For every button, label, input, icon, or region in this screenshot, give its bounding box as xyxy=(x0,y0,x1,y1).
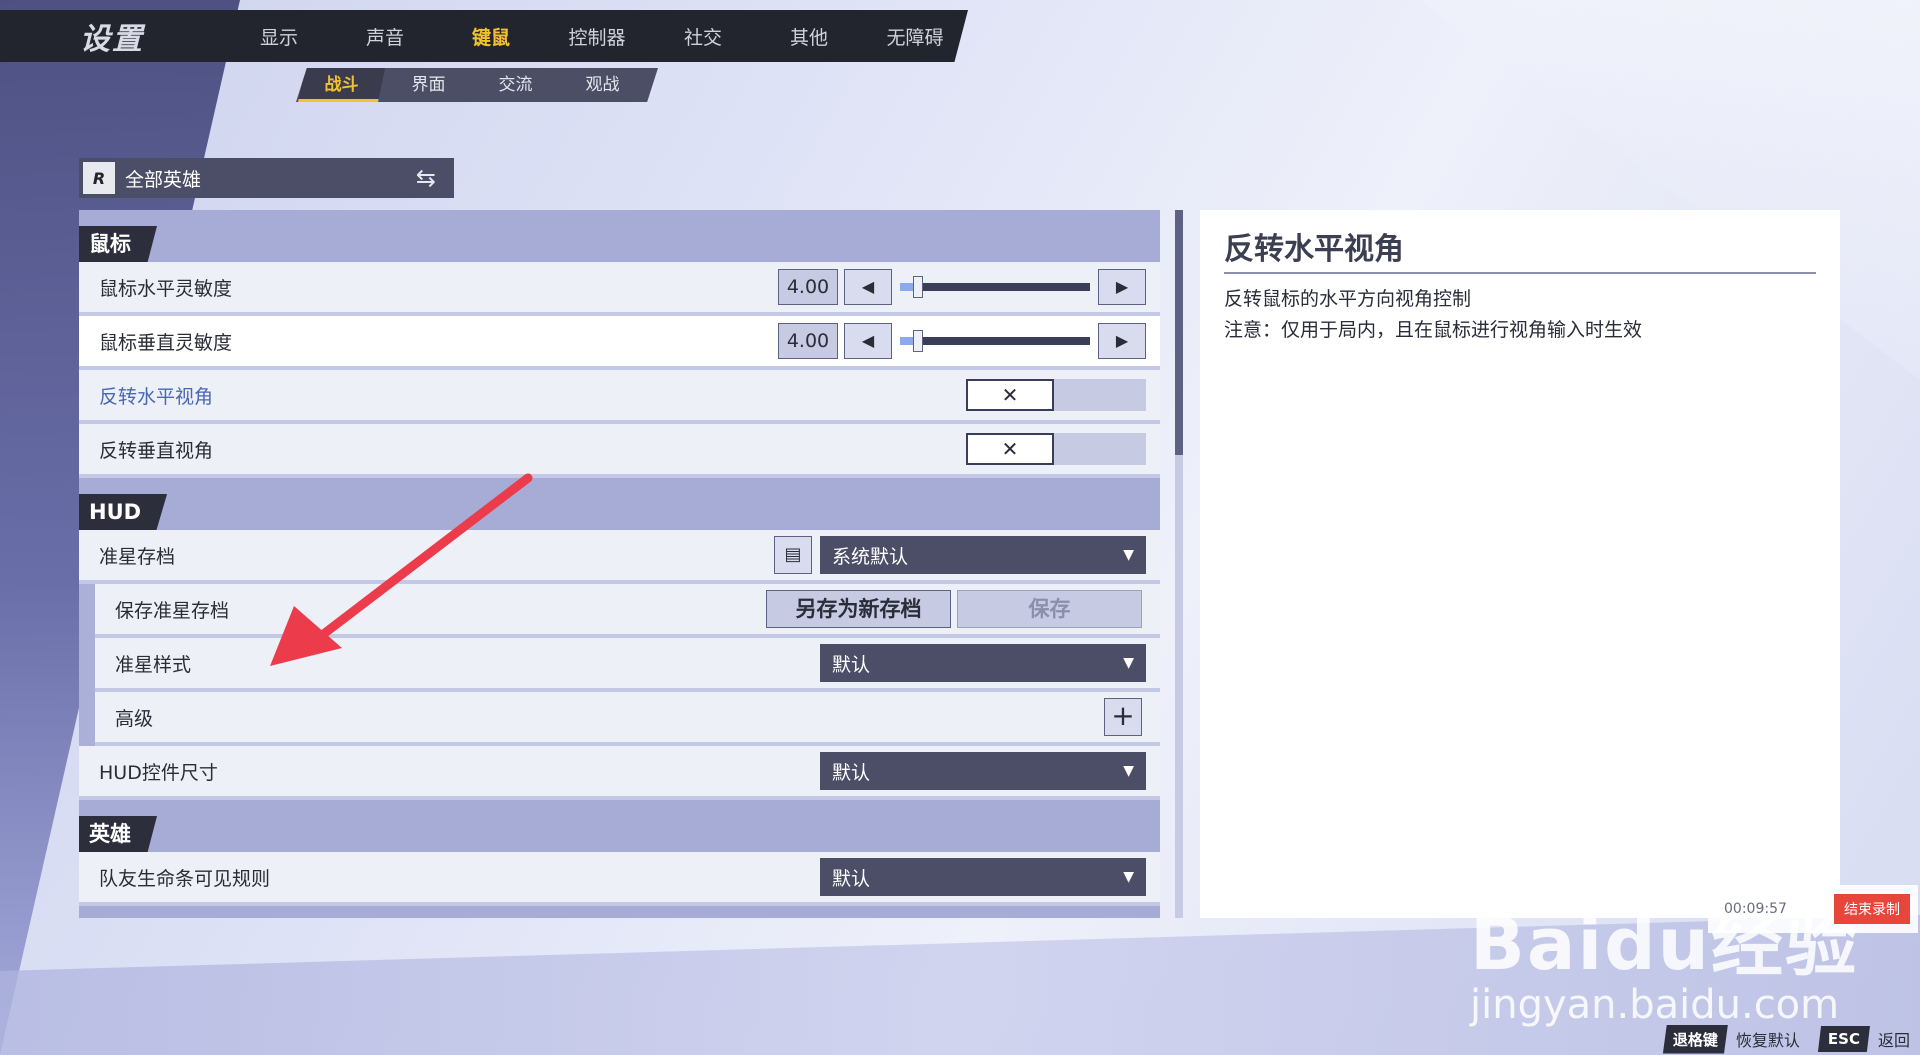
v-sensitivity-value-field[interactable]: 4.00 xyxy=(778,323,838,359)
dropdown-value: 默认 xyxy=(832,761,871,784)
h-sensitivity-decrease-button[interactable]: ◀ xyxy=(844,269,892,305)
setting-label: 高级 xyxy=(115,707,154,730)
tab-other[interactable]: 其他 xyxy=(756,23,862,50)
settings-scrollbar[interactable] xyxy=(1175,210,1183,918)
description-note: 注意：仅用于局内，且在鼠标进行视角输入时生效 xyxy=(1224,319,1643,341)
subtab-communication[interactable]: 交流 xyxy=(472,68,559,102)
setting-label: 反转水平视角 xyxy=(99,385,214,408)
tab-controller[interactable]: 控制器 xyxy=(544,23,650,50)
back-button[interactable]: 返回 xyxy=(1878,1027,1910,1051)
crosshair-profile-dropdown[interactable]: 系统默认 ▼ xyxy=(820,536,1146,574)
crosshair-style-dropdown[interactable]: 默认 ▼ xyxy=(820,644,1146,682)
v-sensitivity-increase-button[interactable]: ▶ xyxy=(1098,323,1146,359)
top-nav-bar: 设置 显示 声音 键鼠 控制器 社交 其他 无障碍 xyxy=(0,10,968,62)
toggle-off-x-icon: ✕ xyxy=(966,379,1054,411)
setting-label: 准星样式 xyxy=(115,653,192,676)
recording-timer: 00:09:57 xyxy=(1724,901,1787,917)
hud-size-dropdown[interactable]: 默认 ▼ xyxy=(820,752,1146,790)
section-header-movement: 移动 xyxy=(79,906,1160,918)
setting-label: 鼠标垂直灵敏度 xyxy=(99,331,233,354)
save-profile-button[interactable]: 保存 xyxy=(957,590,1142,628)
setting-row-invert-vertical[interactable]: 反转垂直视角 ✕ xyxy=(79,424,1160,478)
setting-row-advanced: 高级 + xyxy=(95,692,1160,746)
setting-row-invert-horizontal[interactable]: 反转水平视角 ✕ xyxy=(79,370,1160,424)
setting-label: 反转垂直视角 xyxy=(99,439,214,462)
setting-row-crosshair-profile: 准星存档 ▤ 系统默认 ▼ xyxy=(79,530,1160,584)
section-label: HUD xyxy=(79,494,168,530)
h-sensitivity-value-field[interactable]: 4.00 xyxy=(778,269,838,305)
description-text: 反转鼠标的水平方向视角控制 xyxy=(1224,288,1472,310)
setting-row-crosshair-style: 准星样式 默认 ▼ xyxy=(95,638,1160,692)
tab-keyboard-mouse[interactable]: 键鼠 xyxy=(438,23,544,50)
setting-label: HUD控件尺寸 xyxy=(99,761,218,784)
tab-display[interactable]: 显示 xyxy=(226,23,332,50)
recording-widget: 00:09:57 结束录制 xyxy=(1708,885,1918,933)
invert-vertical-toggle[interactable]: ✕ xyxy=(966,433,1146,465)
backspace-key-badge: 退格键 xyxy=(1662,1024,1728,1054)
subtab-combat[interactable]: 战斗 xyxy=(298,68,385,102)
swap-arrows-icon[interactable]: ⇆ xyxy=(416,164,436,192)
tab-accessibility[interactable]: 无障碍 xyxy=(862,23,968,50)
setting-row-hud-size: HUD控件尺寸 默认 ▼ xyxy=(79,746,1160,800)
invert-horizontal-toggle[interactable]: ✕ xyxy=(966,379,1146,411)
subtab-interface[interactable]: 界面 xyxy=(385,68,472,102)
save-as-new-profile-button[interactable]: 另存为新存档 xyxy=(766,590,951,628)
tab-sound[interactable]: 声音 xyxy=(332,23,438,50)
setting-row-v-sensitivity: 鼠标垂直灵敏度 4.00 ◀ ▶ xyxy=(79,316,1160,370)
v-sensitivity-decrease-button[interactable]: ◀ xyxy=(844,323,892,359)
esc-key-badge: ESC xyxy=(1817,1026,1870,1052)
toggle-off-x-icon: ✕ xyxy=(966,433,1054,465)
expand-plus-icon[interactable]: + xyxy=(1104,698,1142,736)
setting-label: 准星存档 xyxy=(99,545,176,568)
tab-social[interactable]: 社交 xyxy=(650,23,756,50)
hero-logo-icon: R xyxy=(83,162,115,194)
setting-row-save-crosshair: 保存准星存档 另存为新存档 保存 xyxy=(95,584,1160,638)
description-title: 反转水平视角 xyxy=(1224,224,1816,274)
caret-down-icon: ▼ xyxy=(1123,869,1134,885)
h-sensitivity-slider[interactable] xyxy=(900,269,1090,305)
top-tabs: 显示 声音 键鼠 控制器 社交 其他 无障碍 xyxy=(226,23,968,50)
settings-panel: 鼠标 鼠标水平灵敏度 4.00 ◀ ▶ 鼠标垂直灵敏度 4.00 ◀ ▶ 反转水… xyxy=(79,210,1160,918)
footer-hints: 退格键 恢复默认 ESC 返回 xyxy=(1655,1023,1920,1055)
description-panel: 反转水平视角 反转鼠标的水平方向视角控制 注意：仅用于局内，且在鼠标进行视角输入… xyxy=(1200,210,1840,918)
caret-down-icon: ▼ xyxy=(1123,763,1134,779)
v-sensitivity-slider[interactable] xyxy=(900,323,1090,359)
section-header-mouse: 鼠标 xyxy=(79,210,1160,262)
caret-down-icon: ▼ xyxy=(1123,655,1134,671)
setting-row-h-sensitivity: 鼠标水平灵敏度 4.00 ◀ ▶ xyxy=(79,262,1160,316)
restore-default-button[interactable]: 恢复默认 xyxy=(1736,1027,1800,1051)
import-file-icon[interactable]: ▤ xyxy=(774,536,812,574)
section-label: 鼠标 xyxy=(79,226,157,262)
hero-selector[interactable]: R 全部英雄 ⇆ xyxy=(79,158,454,198)
dropdown-value: 系统默认 xyxy=(832,545,909,568)
settings-title: 设置 xyxy=(80,22,144,57)
setting-label: 保存准星存档 xyxy=(115,599,230,622)
sub-tabs: 战斗 界面 交流 观战 xyxy=(296,68,658,102)
slider-handle[interactable] xyxy=(913,330,923,352)
setting-row-teammate-hp: 队友生命条可见规则 默认 ▼ xyxy=(79,852,1160,906)
setting-label: 鼠标水平灵敏度 xyxy=(99,277,233,300)
h-sensitivity-increase-button[interactable]: ▶ xyxy=(1098,269,1146,305)
subtab-spectate[interactable]: 观战 xyxy=(559,68,646,102)
caret-down-icon: ▼ xyxy=(1123,547,1134,563)
dropdown-value: 默认 xyxy=(832,653,871,676)
section-label: 英雄 xyxy=(79,816,157,852)
scrollbar-thumb[interactable] xyxy=(1175,210,1183,455)
slider-handle[interactable] xyxy=(913,276,923,298)
section-header-hero: 英雄 xyxy=(79,800,1160,852)
teammate-hp-dropdown[interactable]: 默认 ▼ xyxy=(820,858,1146,896)
stop-recording-button[interactable]: 结束录制 xyxy=(1834,894,1910,924)
hero-selector-label: 全部英雄 xyxy=(125,168,202,191)
dropdown-value: 默认 xyxy=(832,867,871,890)
section-header-hud: HUD xyxy=(79,478,1160,530)
setting-label: 队友生命条可见规则 xyxy=(99,867,271,890)
